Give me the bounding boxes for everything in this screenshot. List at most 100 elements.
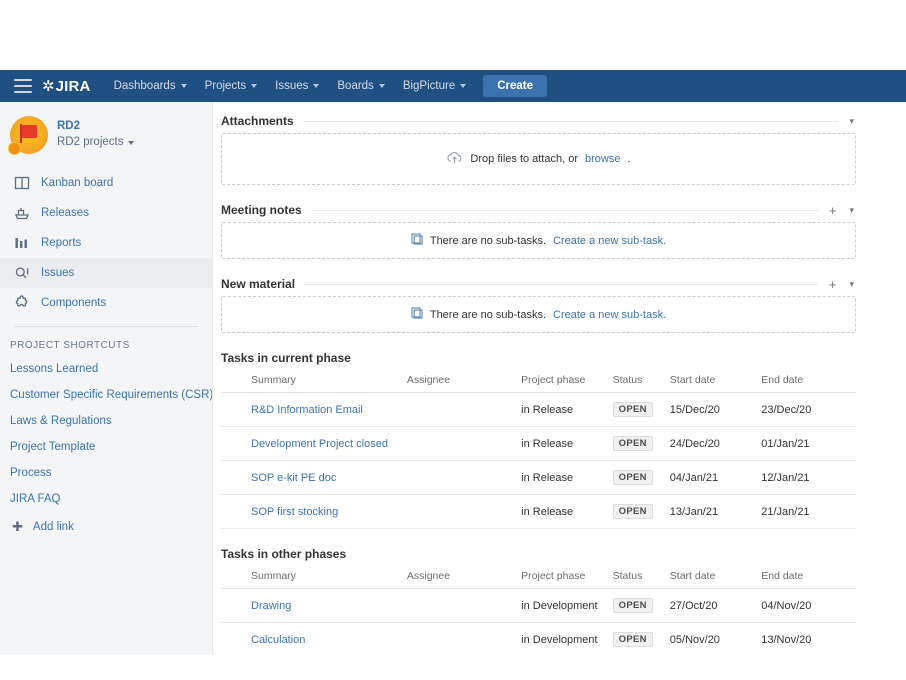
- tasks-other-phases-title: Tasks in other phases: [221, 547, 347, 561]
- sidebar-item-components[interactable]: Components: [0, 288, 212, 318]
- meeting-notes-section: Meeting notes + ▾ There are no sub-tasks…: [221, 203, 856, 259]
- issue-link[interactable]: R&D Information Email: [251, 404, 363, 416]
- shortcut-project-template[interactable]: Project Template: [0, 434, 212, 460]
- column-status: Status: [608, 369, 666, 393]
- jira-logo[interactable]: ✲ JIRA: [42, 78, 91, 95]
- table-body: R&D Information Email in Release OPEN 15…: [221, 392, 856, 529]
- project-meta: RD2 RD2 projects: [57, 119, 135, 151]
- flag-icon: [22, 125, 37, 138]
- sidebar-item-issues[interactable]: Issues: [0, 258, 212, 288]
- status-badge: OPEN: [612, 436, 653, 451]
- sidebar-item-kanban-board[interactable]: Kanban board: [0, 168, 212, 198]
- add-link-button[interactable]: ✚ Add link: [0, 512, 212, 541]
- cell-summary[interactable]: R&D Information Email: [221, 392, 403, 427]
- nav-item-dashboards[interactable]: Dashboards: [105, 74, 196, 98]
- table-row[interactable]: SOP first stocking in Release OPEN 13/Ja…: [221, 494, 856, 529]
- column-start-date: Start date: [665, 369, 758, 393]
- meeting-notes-collapse-caret-icon[interactable]: ▾: [847, 205, 856, 215]
- cell-assignee: [402, 588, 518, 623]
- new-material-empty: There are no sub-tasks. Create a new sub…: [221, 296, 856, 333]
- tasks-current-phase-section: Tasks in current phase Summary Assignee …: [221, 351, 856, 529]
- issue-link[interactable]: Drawing: [251, 600, 291, 612]
- project-name[interactable]: RD2: [57, 119, 134, 135]
- table-row[interactable]: Development Project closed in Release OP…: [221, 426, 856, 461]
- chevron-down-icon: [313, 84, 320, 88]
- new-material-collapse-caret-icon[interactable]: ▾: [847, 279, 856, 289]
- attachments-dropzone[interactable]: Drop files to attach, or browse .: [221, 133, 856, 185]
- cell-assignee: [402, 622, 518, 655]
- cell-summary[interactable]: SOP first stocking: [221, 494, 403, 529]
- issue-link[interactable]: SOP e-kit PE doc: [251, 472, 336, 484]
- shortcut-jira-faq[interactable]: JIRA FAQ: [0, 486, 212, 512]
- nav-item-bigpicture[interactable]: BigPicture: [394, 74, 475, 98]
- body-wrapper: RD2 RD2 projects Kanban board Releases R…: [0, 102, 906, 655]
- cell-start-date: 05/Nov/20: [665, 622, 758, 655]
- meeting-notes-add-icon[interactable]: +: [827, 204, 839, 217]
- meeting-notes-create-subtask-link[interactable]: Create a new sub-task.: [553, 235, 666, 247]
- add-link-label: Add link: [32, 520, 74, 533]
- cell-summary[interactable]: Calculation: [221, 622, 403, 655]
- cell-start-date: 13/Jan/21: [665, 494, 758, 529]
- tasks-current-phase-table: Summary Assignee Project phase Status St…: [221, 369, 856, 529]
- board-icon: [14, 175, 30, 191]
- sidebar-label-kanban-board: Kanban board: [41, 177, 114, 189]
- sidebar-item-releases[interactable]: Releases: [0, 198, 212, 228]
- column-start-date: Start date: [665, 565, 758, 589]
- new-material-create-subtask-link[interactable]: Create a new sub-task.: [553, 309, 666, 321]
- tasks-other-phases-section: Tasks in other phases Summary Assignee P…: [221, 547, 856, 655]
- attachments-collapse-caret-icon[interactable]: ▾: [847, 116, 856, 126]
- chevron-down-icon: [251, 84, 258, 88]
- cell-project-phase: in Release: [517, 460, 609, 495]
- sidebar-nav-list: Kanban board Releases Reports Issues Com…: [0, 168, 212, 318]
- cell-start-date: 27/Oct/20: [665, 588, 758, 623]
- cell-end-date: 23/Dec/20: [757, 392, 856, 427]
- table-body: Drawing in Development OPEN 27/Oct/20 04…: [221, 588, 856, 655]
- status-badge: OPEN: [612, 632, 653, 647]
- table-row[interactable]: Calculation in Development OPEN 05/Nov/2…: [221, 622, 856, 655]
- create-button[interactable]: Create: [483, 75, 548, 97]
- hamburger-icon[interactable]: [14, 79, 32, 93]
- cell-summary[interactable]: Development Project closed: [221, 426, 403, 461]
- issue-link[interactable]: SOP first stocking: [251, 506, 338, 518]
- table-header: Summary Assignee Project phase Status St…: [221, 565, 856, 589]
- sidebar-label-reports: Reports: [41, 237, 82, 249]
- nav-label-dashboards: Dashboards: [113, 80, 176, 92]
- status-badge: OPEN: [612, 504, 653, 519]
- shortcut-process[interactable]: Process: [0, 460, 212, 486]
- cell-summary[interactable]: SOP e-kit PE doc: [221, 460, 403, 495]
- nav-item-issues[interactable]: Issues: [266, 74, 328, 98]
- new-material-add-icon[interactable]: +: [827, 278, 839, 291]
- subtask-icon: [411, 233, 423, 248]
- table-row[interactable]: Drawing in Development OPEN 27/Oct/20 04…: [221, 588, 856, 623]
- top-navbar: ✲ JIRA Dashboards Projects Issues Boards…: [0, 70, 906, 102]
- plus-icon: ✚: [12, 519, 23, 534]
- cell-start-date: 24/Dec/20: [665, 426, 758, 461]
- releases-icon: [14, 205, 30, 221]
- cell-project-phase: in Development: [517, 588, 609, 623]
- subtask-icon: [411, 307, 423, 322]
- chevron-down-icon: [460, 84, 467, 88]
- tasks-other-phases-table: Summary Assignee Project phase Status St…: [221, 565, 856, 655]
- issue-link[interactable]: Development Project closed: [251, 438, 388, 450]
- nav-label-projects: Projects: [204, 80, 247, 92]
- column-summary: Summary: [221, 565, 403, 589]
- table-row[interactable]: R&D Information Email in Release OPEN 15…: [221, 392, 856, 427]
- column-summary: Summary: [221, 369, 403, 393]
- project-type-selector[interactable]: RD2 projects: [57, 135, 135, 151]
- nav-item-boards[interactable]: Boards: [328, 74, 393, 98]
- sidebar-item-reports[interactable]: Reports: [0, 228, 212, 258]
- cell-project-phase: in Release: [517, 426, 609, 461]
- table-row[interactable]: SOP e-kit PE doc in Release OPEN 04/Jan/…: [221, 460, 856, 495]
- shortcut-customer-specific-requirements[interactable]: Customer Specific Requirements (CSR): [0, 382, 212, 408]
- cell-summary[interactable]: Drawing: [221, 588, 403, 623]
- nav-label-issues: Issues: [275, 80, 309, 92]
- nav-item-projects[interactable]: Projects: [196, 74, 267, 98]
- shortcut-lessons-learned[interactable]: Lessons Learned: [0, 356, 212, 382]
- search-icon: [14, 265, 30, 281]
- shortcut-laws-and-regulations[interactable]: Laws & Regulations: [0, 408, 212, 434]
- column-end-date: End date: [757, 369, 856, 393]
- new-material-header: New material + ▾: [221, 277, 856, 296]
- attachments-browse-link[interactable]: browse: [585, 153, 620, 165]
- status-badge: OPEN: [612, 470, 653, 485]
- issue-link[interactable]: Calculation: [251, 634, 305, 646]
